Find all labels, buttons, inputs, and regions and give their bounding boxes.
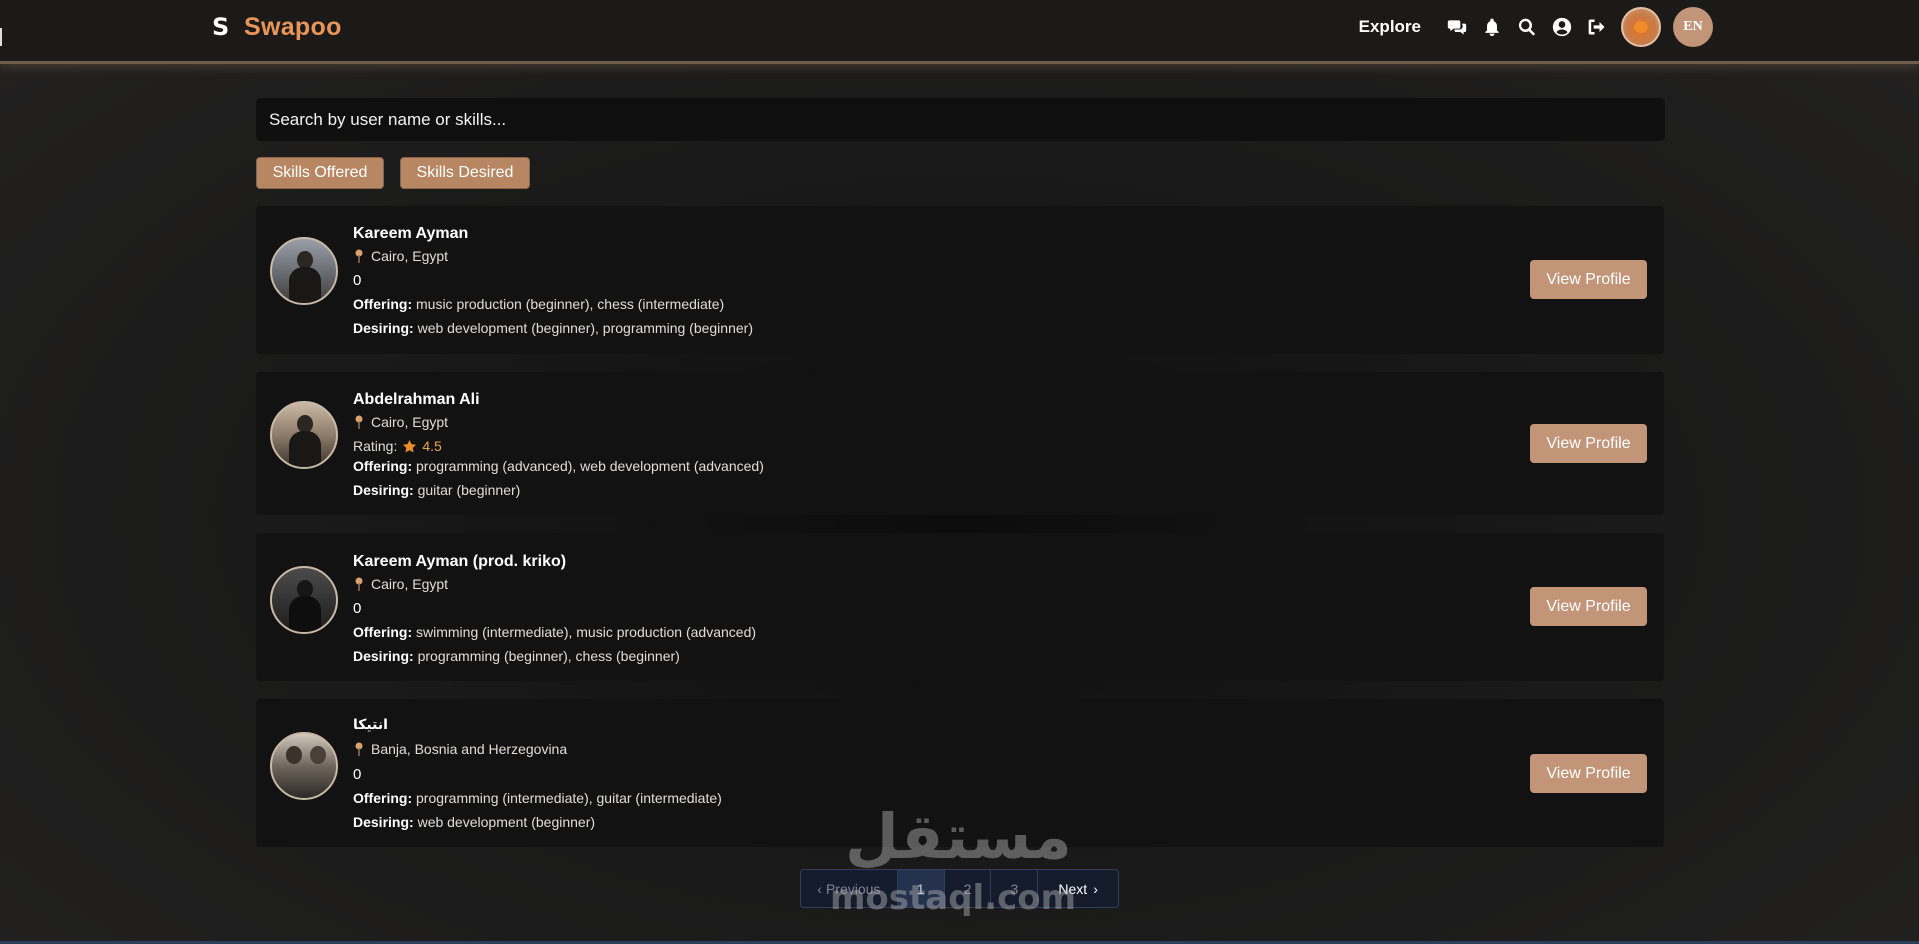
user-score: 0 <box>353 600 361 617</box>
pagination: ‹ Previous 1 2 3 Next › <box>800 869 1119 908</box>
pin-icon <box>355 415 363 429</box>
current-user-avatar[interactable] <box>1621 7 1661 47</box>
user-score: 0 <box>353 272 361 289</box>
previous-page-button[interactable]: ‹ Previous <box>801 870 898 907</box>
offering-skills: programming (advanced), web development … <box>416 458 764 474</box>
user-score: 0 <box>353 766 361 783</box>
page-button-1[interactable]: 1 <box>897 870 945 907</box>
skills-offered-filter-button[interactable]: Skills Offered <box>256 157 384 189</box>
chat-icon[interactable] <box>1446 16 1468 38</box>
offering-skills: music production (beginner), chess (inte… <box>416 296 725 312</box>
score-value: 0 <box>353 600 362 617</box>
chevron-left-icon: ‹ <box>817 880 822 897</box>
desiring-line: Desiring: programming (beginner), chess … <box>353 648 680 664</box>
offering-label: Offering: <box>353 458 413 474</box>
language-toggle-button[interactable]: EN <box>1673 7 1713 47</box>
user-name: انتيكا <box>353 717 388 733</box>
user-name: Kareem Ayman (prod. kriko) <box>353 553 567 570</box>
view-profile-button[interactable]: View Profile <box>1530 754 1647 793</box>
chevron-right-icon: › <box>1093 880 1098 897</box>
brand-logo[interactable]: S Swapoo <box>212 12 342 42</box>
desiring-line: Desiring: web development (beginner) <box>353 814 595 830</box>
user-avatar[interactable] <box>270 237 338 305</box>
desiring-label: Desiring: <box>353 814 414 830</box>
next-label: Next <box>1058 880 1088 897</box>
page-button-2[interactable]: 2 <box>945 870 992 907</box>
user-name: Abdelrahman Ali <box>353 391 480 408</box>
user-location: Cairo, Egypt <box>353 576 448 592</box>
view-profile-button[interactable]: View Profile <box>1530 260 1647 299</box>
offering-label: Offering: <box>353 624 413 640</box>
pin-icon <box>355 577 363 591</box>
rating-value: 4.5 <box>422 438 442 454</box>
top-navbar: S Swapoo Explore EN <box>0 0 1919 64</box>
user-location: Cairo, Egypt <box>353 414 448 430</box>
nav-explore-link[interactable]: Explore <box>1359 17 1421 37</box>
offering-line: Offering: programming (intermediate), gu… <box>353 790 722 806</box>
user-card: Kareem Ayman Cairo, Egypt 0 Offering: mu… <box>256 206 1664 354</box>
location-text: Cairo, Egypt <box>371 414 449 430</box>
desiring-line: Desiring: guitar (beginner) <box>353 482 520 498</box>
offering-skills: swimming (intermediate), music productio… <box>416 624 757 640</box>
location-text: Cairo, Egypt <box>371 248 449 264</box>
user-card: Abdelrahman Ali Cairo, Egypt Rating: 4.5… <box>256 372 1664 515</box>
view-profile-button[interactable]: View Profile <box>1530 424 1647 463</box>
nav-actions: Explore EN <box>1359 7 1713 47</box>
swapoo-logo-icon: S <box>212 13 230 41</box>
desiring-line: Desiring: web development (beginner), pr… <box>353 320 753 336</box>
desiring-skills: programming (beginner), chess (beginner) <box>417 648 680 664</box>
page-button-3[interactable]: 3 <box>991 870 1039 907</box>
view-profile-button[interactable]: View Profile <box>1530 587 1647 626</box>
user-location: Banja, Bosnia and Herzegovina <box>353 741 567 757</box>
desiring-label: Desiring: <box>353 320 414 336</box>
bell-icon[interactable] <box>1481 16 1503 38</box>
user-icon[interactable] <box>1551 16 1573 38</box>
desiring-skills: guitar (beginner) <box>417 482 521 498</box>
user-card: انتيكا Banja, Bosnia and Herzegovina 0 O… <box>256 699 1664 847</box>
pin-icon <box>355 742 363 756</box>
user-avatar[interactable] <box>270 732 338 800</box>
offering-skills: programming (intermediate), guitar (inte… <box>416 790 722 806</box>
user-rating: Rating: 4.5 <box>353 438 442 454</box>
pin-icon <box>355 249 363 263</box>
user-location: Cairo, Egypt <box>353 248 448 264</box>
offering-line: Offering: programming (advanced), web de… <box>353 458 764 474</box>
search-icon[interactable] <box>1516 16 1538 38</box>
user-avatar[interactable] <box>270 401 338 469</box>
rating-label: Rating: <box>353 438 398 454</box>
search-input[interactable] <box>256 98 1665 141</box>
desiring-skills: web development (beginner) <box>417 814 596 830</box>
star-icon <box>403 439 417 452</box>
user-card: Kareem Ayman (prod. kriko) Cairo, Egypt … <box>256 533 1664 681</box>
desiring-label: Desiring: <box>353 482 414 498</box>
offering-label: Offering: <box>353 790 413 806</box>
offering-line: Offering: swimming (intermediate), music… <box>353 624 756 640</box>
skills-desired-filter-button[interactable]: Skills Desired <box>400 157 530 189</box>
previous-label: Previous <box>825 880 881 897</box>
desiring-skills: web development (beginner), programming … <box>417 320 753 336</box>
text-cursor <box>0 28 2 46</box>
offering-label: Offering: <box>353 296 413 312</box>
location-text: Cairo, Egypt <box>371 576 449 592</box>
location-text: Banja, Bosnia and Herzegovina <box>371 741 568 757</box>
score-value: 0 <box>353 766 362 783</box>
brand-name: Swapoo <box>244 12 342 41</box>
desiring-label: Desiring: <box>353 648 414 664</box>
score-value: 0 <box>353 272 362 289</box>
offering-line: Offering: music production (beginner), c… <box>353 296 724 312</box>
user-name: Kareem Ayman <box>353 225 469 242</box>
next-page-button[interactable]: Next › <box>1038 870 1118 907</box>
user-avatar[interactable] <box>270 566 338 634</box>
logout-icon[interactable] <box>1586 16 1608 38</box>
